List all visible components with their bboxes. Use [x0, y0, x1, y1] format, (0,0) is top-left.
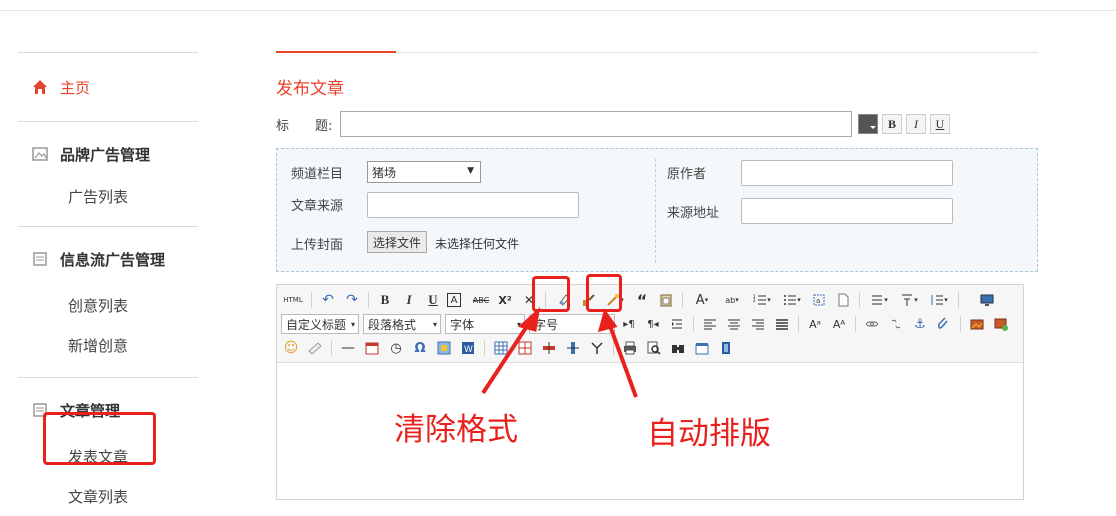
annotation-auto-layout: 自动排版 — [647, 416, 771, 452]
annotation-clear-format: 清除格式 — [394, 412, 518, 448]
annotation-arrows — [481, 307, 638, 398]
